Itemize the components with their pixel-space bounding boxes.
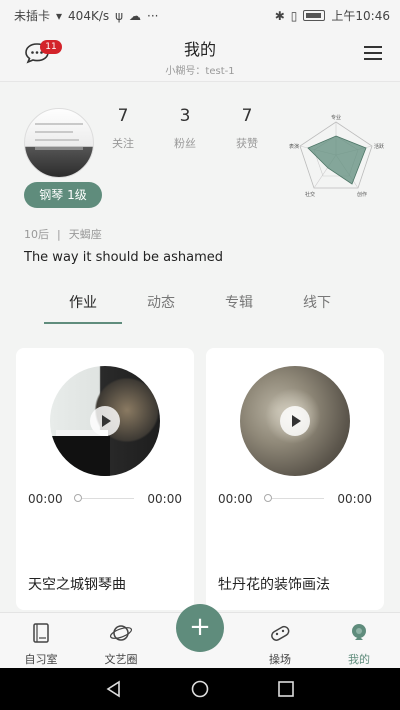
add-button[interactable]: + xyxy=(176,604,224,652)
nav-label: 操场 xyxy=(269,653,291,666)
nav-playground[interactable]: 操场 xyxy=(245,621,315,667)
following-label: 关注 xyxy=(112,137,134,150)
progress-knob[interactable] xyxy=(74,494,82,502)
planet-icon xyxy=(109,625,133,641)
nav-study-room[interactable]: 自习室 xyxy=(6,621,76,667)
content-tabs: 作业 动态 专辑 线下 xyxy=(24,292,376,326)
more-notifications-icon: ··· xyxy=(147,8,159,23)
vibrate-icon: ▯ xyxy=(290,8,298,23)
progress-knob[interactable] xyxy=(264,494,272,502)
nav-profile[interactable]: 我的 xyxy=(324,621,394,667)
nav-label: 自习室 xyxy=(24,653,58,666)
play-icon[interactable] xyxy=(90,406,120,436)
ability-radar-chart: 专业 活跃 创作 社交 表演 xyxy=(289,114,384,198)
duration: 00:00 xyxy=(147,492,182,506)
system-navigation-bar xyxy=(0,668,400,710)
profile-icon xyxy=(352,624,366,640)
following-count: 7 xyxy=(117,106,129,126)
work-card[interactable]: 00:00 00:00 天空之城钢琴曲 xyxy=(16,348,194,610)
likes-label: 获赞 xyxy=(236,137,258,150)
play-icon[interactable] xyxy=(280,406,310,436)
current-time: 00:00 xyxy=(28,492,63,506)
work-card[interactable]: 00:00 00:00 牡丹花的装饰画法 xyxy=(206,348,384,610)
age-group: 10后 xyxy=(24,228,49,241)
sim-status: 未插卡 xyxy=(14,9,51,23)
level-badge[interactable]: 钢琴 1级 xyxy=(24,182,102,208)
menu-icon[interactable] xyxy=(364,46,382,60)
card-title: 牡丹花的装饰画法 xyxy=(218,577,330,593)
clock: 上午10:46 xyxy=(331,9,390,23)
radar-label: 专业 xyxy=(331,114,341,121)
progress-track[interactable] xyxy=(268,498,324,499)
video-thumbnail xyxy=(50,366,160,476)
likes-count: 7 xyxy=(241,106,253,126)
duration: 00:00 xyxy=(337,492,372,506)
stat-following[interactable]: 7 关注 xyxy=(98,106,148,151)
home-icon[interactable] xyxy=(191,680,209,698)
avatar[interactable] xyxy=(24,108,94,178)
stat-likes[interactable]: 7 获赞 xyxy=(222,106,272,151)
battery-icon xyxy=(303,10,326,21)
card-title: 天空之城钢琴曲 xyxy=(28,577,126,593)
page-title: 我的 xyxy=(183,40,216,59)
radar-label: 活跃 xyxy=(374,143,384,150)
usb-icon: ψ xyxy=(115,8,124,23)
current-time: 00:00 xyxy=(218,492,253,506)
radar-label: 创作 xyxy=(357,191,367,198)
cloud-icon: ☁ xyxy=(129,8,142,23)
tab-albums[interactable]: 专辑 xyxy=(200,292,278,312)
radar-label: 表演 xyxy=(289,143,299,150)
bio: The way it should be ashamed xyxy=(24,250,224,265)
tab-offline[interactable]: 线下 xyxy=(278,292,356,312)
bluetooth-icon: ✱ xyxy=(274,8,285,23)
tab-activity[interactable]: 动态 xyxy=(122,292,200,312)
recent-apps-icon[interactable] xyxy=(277,680,295,698)
nav-label: 我的 xyxy=(348,653,370,666)
back-icon[interactable] xyxy=(105,680,123,698)
followers-count: 3 xyxy=(179,106,191,126)
radar-label: 社交 xyxy=(305,191,315,198)
progress-track[interactable] xyxy=(78,498,134,499)
video-thumbnail xyxy=(240,366,350,476)
stat-followers[interactable]: 3 粉丝 xyxy=(160,106,210,151)
app-header: 11 我的 小糊号：test-1 xyxy=(0,28,400,82)
status-bar: 未插卡 ▾ 404K/s ψ ☁ ··· ✱ ▯ 上午10:46 xyxy=(0,0,400,28)
nav-label: 文艺圈 xyxy=(104,653,138,666)
network-speed: 404K/s xyxy=(68,8,110,23)
book-icon xyxy=(33,623,49,643)
zodiac: 天蝎座 xyxy=(68,228,102,241)
nav-arts-circle[interactable]: 文艺圈 xyxy=(86,621,156,667)
tab-homework[interactable]: 作业 xyxy=(44,292,122,312)
followers-label: 粉丝 xyxy=(174,137,196,150)
profile-meta: 10后 | 天蝎座 xyxy=(24,228,102,241)
active-tab-indicator xyxy=(44,322,122,324)
wifi-icon: ▾ xyxy=(56,8,63,23)
gamepad-icon xyxy=(271,625,290,641)
account-id: 小糊号：test-1 xyxy=(165,66,235,77)
